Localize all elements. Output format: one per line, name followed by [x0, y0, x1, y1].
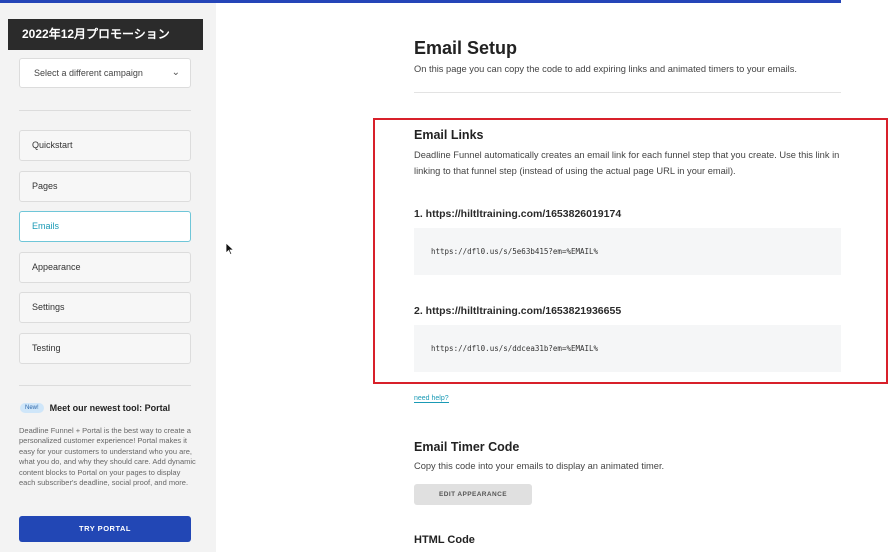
html-code-title: HTML Code — [414, 534, 475, 546]
sidebar-divider — [19, 385, 191, 386]
mouse-cursor-icon — [225, 242, 235, 256]
campaign-title: 2022年12月プロモーション — [8, 19, 203, 50]
promo-text: Deadline Funnel + Portal is the best way… — [19, 426, 196, 488]
new-badge: New! — [20, 403, 44, 413]
sidebar-divider — [19, 110, 191, 111]
try-portal-button[interactable]: TRY PORTAL — [19, 516, 191, 542]
campaign-select-label: Select a different campaign — [34, 68, 143, 78]
need-help-link[interactable]: need help? — [414, 395, 449, 403]
sidebar: 2022年12月プロモーション Select a different campa… — [0, 3, 216, 552]
sidebar-item-testing[interactable]: Testing — [19, 333, 191, 364]
campaign-select[interactable]: Select a different campaign ⌄ — [19, 58, 191, 88]
sidebar-item-quickstart[interactable]: Quickstart — [19, 130, 191, 161]
page-description: On this page you can copy the code to ad… — [414, 64, 797, 74]
promo-header: New! Meet our newest tool: Portal — [20, 403, 170, 413]
page-title: Email Setup — [414, 38, 518, 58]
edit-appearance-button[interactable]: EDIT APPEARANCE — [414, 484, 532, 505]
sidebar-item-pages[interactable]: Pages — [19, 171, 191, 202]
chevron-down-icon: ⌄ — [171, 67, 180, 78]
sidebar-item-emails[interactable]: Emails — [19, 211, 191, 242]
sidebar-item-settings[interactable]: Settings — [19, 292, 191, 323]
promo-title: Meet our newest tool: Portal — [49, 403, 171, 413]
content-divider — [414, 92, 841, 93]
email-timer-description: Copy this code into your emails to displ… — [414, 461, 665, 471]
email-timer-title: Email Timer Code — [414, 440, 520, 454]
sidebar-item-appearance[interactable]: Appearance — [19, 252, 191, 283]
highlight-box — [373, 118, 888, 384]
